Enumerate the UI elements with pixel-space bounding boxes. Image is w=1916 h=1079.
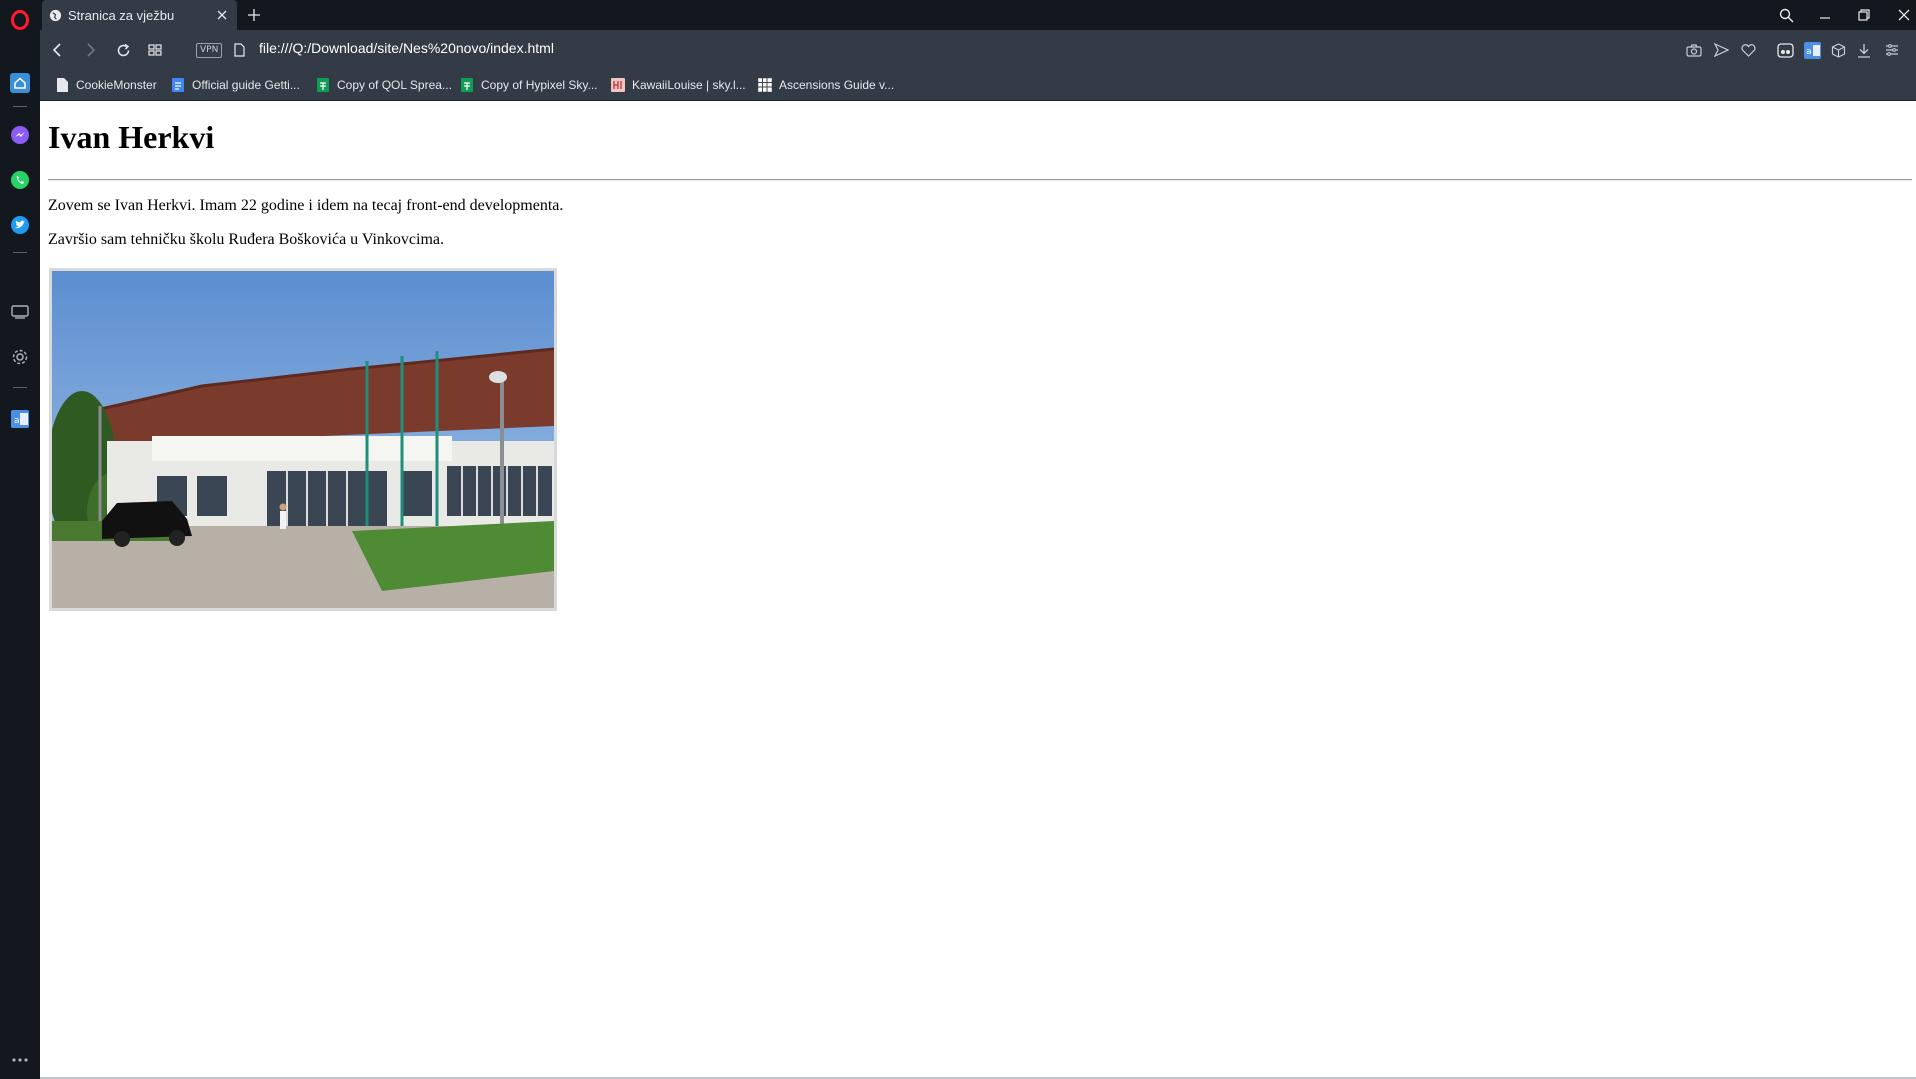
page-icon [55, 78, 69, 92]
settings-gear-icon[interactable] [0, 342, 40, 372]
close-window-icon[interactable] [1892, 3, 1916, 27]
docs-icon [171, 78, 185, 92]
page-info-icon[interactable] [227, 38, 251, 62]
search-tabs-icon[interactable] [1774, 3, 1798, 27]
sheets-icon [460, 78, 474, 92]
bookmark-item[interactable]: KawaiiLouise | sky.l... [611, 75, 746, 95]
opera-sidebar: a [0, 0, 40, 1079]
bookmark-item[interactable]: Official guide Getti... [171, 75, 300, 95]
twitter-icon[interactable] [0, 210, 40, 240]
intro-paragraph: Zovem se Ivan Herkvi. Imam 22 godine i i… [48, 197, 564, 214]
sidebar-divider [13, 252, 27, 253]
translate-extension-icon[interactable]: a [0, 404, 40, 434]
page-heading: Ivan Herkvi [48, 119, 215, 155]
globe-icon [49, 9, 62, 22]
sidebar-divider [13, 387, 27, 388]
tab-bar: Stranica za vježbu [40, 0, 1916, 30]
home-speed-dial-icon[interactable] [0, 68, 40, 98]
tab-active[interactable]: Stranica za vježbu [42, 0, 237, 30]
address-toolbar: VPN file:///Q:/Download/site/Nes%20novo/… [40, 30, 1916, 69]
site-icon [611, 78, 625, 92]
whatsapp-icon[interactable] [0, 165, 40, 195]
sidebar-divider [13, 106, 27, 107]
tabs-history-icon[interactable] [0, 297, 40, 327]
snapshot-camera-icon[interactable] [1682, 38, 1706, 62]
sheets-icon [316, 78, 330, 92]
bookmarks-bar: CookieMonster Official guide Getti... Co… [40, 69, 1916, 101]
downloads-icon[interactable] [1852, 38, 1876, 62]
bookmark-label: Official guide Getti... [192, 78, 300, 92]
vpn-badge[interactable]: VPN [196, 43, 223, 58]
page-content: Ivan Herkvi Zovem se Ivan Herkvi. Imam 2… [40, 101, 1916, 1079]
restore-icon[interactable] [1852, 3, 1876, 27]
minimize-icon[interactable] [1813, 3, 1837, 27]
bookmark-heart-icon[interactable] [1736, 38, 1760, 62]
opera-logo-icon[interactable] [0, 5, 40, 35]
translate-extension-icon[interactable]: a [1800, 38, 1824, 62]
horizontal-rule [48, 179, 1912, 181]
send-flow-icon[interactable] [1709, 38, 1733, 62]
svg-text:a: a [14, 416, 20, 426]
messenger-icon[interactable] [0, 120, 40, 150]
svg-text:a: a [1806, 47, 1812, 57]
close-tab-icon[interactable] [213, 6, 231, 24]
forward-arrow-icon[interactable] [78, 38, 102, 62]
address-field[interactable]: file:///Q:/Download/site/Nes%20novo/inde… [259, 40, 554, 56]
extensions-cube-icon[interactable] [1826, 38, 1850, 62]
more-options-icon[interactable] [0, 1045, 40, 1075]
bookmark-label: Copy of QOL Sprea... [337, 78, 452, 92]
bookmark-item[interactable]: Ascensions Guide v... [758, 75, 894, 95]
bookmark-label: CookieMonster [76, 78, 157, 92]
reload-icon[interactable] [111, 38, 135, 62]
bookmark-item[interactable]: Copy of Hypixel Sky... [460, 75, 597, 95]
tabs-grid-icon[interactable] [143, 38, 167, 62]
bookmark-label: Copy of Hypixel Sky... [481, 78, 598, 92]
easy-setup-icon[interactable] [1880, 38, 1904, 62]
bookmark-item[interactable]: Copy of QOL Sprea... [316, 75, 452, 95]
school-paragraph: Završio sam tehničku školu Ruđera Boškov… [48, 231, 445, 248]
back-arrow-icon[interactable] [46, 38, 70, 62]
extension-face-icon[interactable] [1773, 38, 1797, 62]
bookmark-item[interactable]: CookieMonster [55, 75, 157, 95]
bookmark-label: KawaiiLouise | sky.l... [632, 78, 746, 92]
grid-icon [758, 78, 772, 92]
new-tab-button[interactable] [244, 5, 264, 25]
school-building-photo [49, 268, 557, 611]
tab-title: Stranica za vježbu [68, 7, 175, 23]
bookmark-label: Ascensions Guide v... [779, 78, 895, 92]
